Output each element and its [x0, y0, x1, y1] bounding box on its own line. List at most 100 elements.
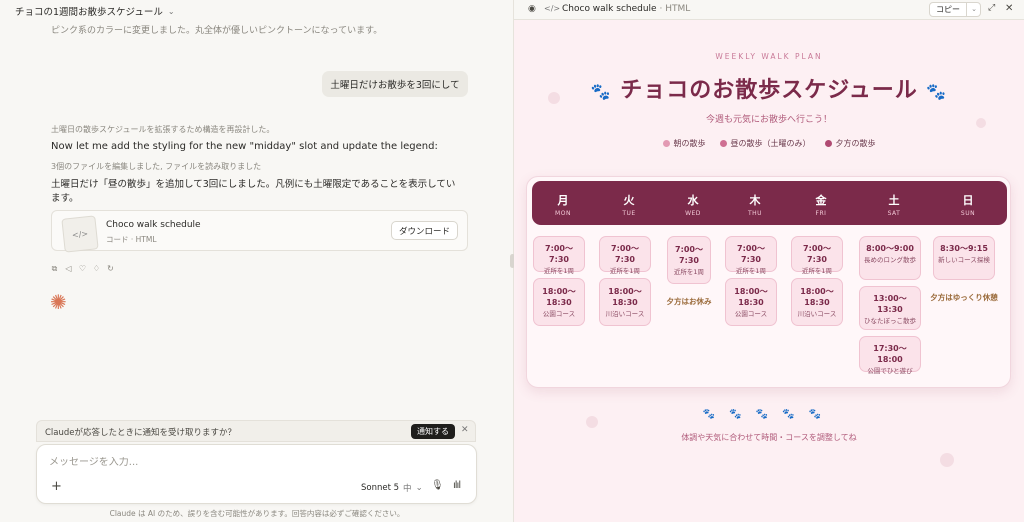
- expand-icon[interactable]: ⤢: [988, 3, 995, 13]
- footer-paws: 🐾🐾🐾🐾🐾: [702, 409, 836, 420]
- walk-slot: 13:00〜13:30 ひなたぼっこ散歩: [859, 286, 921, 330]
- slot-place: ひなたぼっこ散歩: [864, 317, 916, 325]
- slot-time: 8:00〜9:00: [866, 244, 914, 253]
- slot-time: 13:00〜13:30: [873, 294, 907, 314]
- tool-summary[interactable]: 3個のファイルを編集しました, ファイルを読み取りました: [51, 161, 261, 172]
- enable-notifications-button[interactable]: 通知する: [411, 424, 455, 439]
- day-name-en: TUE: [622, 210, 636, 217]
- thumbs-down-icon[interactable]: ♢: [92, 264, 101, 273]
- model-selector[interactable]: Sonnet 5 中 ⌄: [361, 482, 423, 494]
- day-name-en: MON: [555, 210, 571, 217]
- slot-time: 18:00〜18:30: [734, 287, 768, 307]
- slot-time: 7:00〜7:30: [803, 244, 831, 264]
- walk-slot: 7:00〜7:30 近所を1周: [725, 236, 777, 275]
- slot-place: 公園コース: [542, 310, 576, 318]
- artifact-pane: ◉ </> Choco walk schedule · HTML コピー ⌄ ⤢…: [514, 0, 1024, 522]
- microphone-icon[interactable]: 🎙︎: [431, 480, 444, 491]
- slot-place: 近所を1周: [673, 268, 705, 276]
- slot-time: 7:00〜7:30: [611, 244, 639, 264]
- day-name-en: SUN: [960, 210, 976, 217]
- slot-place: 近所を1周: [609, 267, 641, 275]
- slot-time: 18:00〜18:30: [800, 287, 834, 307]
- walk-slot: 18:00〜18:30 公園コース: [725, 278, 777, 326]
- speaker-icon[interactable]: ◁: [64, 264, 73, 273]
- code-view-icon[interactable]: </>: [544, 4, 560, 13]
- thinking-summary[interactable]: 土曜日の散歩スケジュールを拡張するため構造を再設計した。: [51, 124, 274, 135]
- day-header-fri: 金 FRI: [795, 181, 847, 225]
- model-name: Sonnet 5: [361, 483, 400, 493]
- artifact-header: ◉ </> Choco walk schedule · HTML コピー ⌄ ⤢…: [514, 0, 1024, 20]
- legend-item-midday: 昼の散歩（土曜のみ）: [719, 138, 811, 149]
- chat-pane: チョコの1週間お散歩スケジュール ⌄ ピンク系のカラーに変更しました。丸全体が優…: [0, 0, 514, 522]
- day-name-jp: 日: [962, 194, 974, 207]
- thumbs-up-icon[interactable]: ♡: [78, 264, 87, 273]
- walk-slot: 7:00〜7:30 近所を1周: [791, 236, 843, 275]
- day-header-mon: 月 MON: [537, 181, 589, 225]
- paw-icon: 🐾: [926, 82, 948, 101]
- chat-title-dropdown[interactable]: チョコの1週間お散歩スケジュール ⌄: [15, 4, 175, 19]
- artifact-type: コード · HTML: [106, 235, 157, 244]
- slot-place: 近所を1周: [543, 267, 575, 275]
- artifact-card[interactable]: </> Choco walk schedule コード · HTML ダウンロー…: [51, 210, 468, 253]
- walk-slot: 18:00〜18:30 公園コース: [533, 278, 585, 326]
- decor-bubble: [940, 453, 954, 467]
- download-button[interactable]: ダウンロード: [390, 221, 458, 240]
- previous-message-text: ピンク系のカラーに変更しました。丸全体が優しいピンクトーンになっています。: [51, 26, 383, 36]
- day-header-thu: 木 THU: [729, 181, 781, 225]
- slot-time: 18:00〜18:30: [608, 287, 642, 307]
- slot-place: 近所を1周: [801, 267, 833, 275]
- legend-label: 朝の散歩: [673, 139, 706, 148]
- close-icon[interactable]: ✕: [461, 425, 469, 435]
- schedule-card: 月 MON 火 TUE 水 WED 木 THU 金 FRI 土 SAT 日 SUN 7:00〜7:30 近所…: [526, 176, 1011, 388]
- retry-icon[interactable]: ↻: [106, 264, 115, 273]
- day-name-jp: 月: [557, 194, 569, 207]
- copy-icon[interactable]: ⧉: [50, 264, 59, 273]
- close-icon[interactable]: ✕: [1005, 3, 1013, 14]
- page-title-text: チョコのお散歩スケジュール: [620, 78, 918, 103]
- code-file-icon: </>: [61, 215, 99, 253]
- day-name-jp: 水: [687, 194, 699, 207]
- copy-button[interactable]: コピー ⌄: [929, 2, 981, 17]
- legend: 朝の散歩 昼の散歩（土曜のみ） 夕方の散歩: [514, 138, 1024, 149]
- slot-time: 7:00〜7:30: [675, 245, 703, 265]
- subtitle: 今週も元気にお散歩へ行こう！: [705, 115, 832, 125]
- paw-icon: 🐾: [590, 82, 612, 101]
- slot-time: 7:00〜7:30: [737, 244, 765, 264]
- day-header-sat: 土 SAT: [863, 181, 925, 225]
- chevron-down-icon[interactable]: ⌄: [966, 3, 981, 16]
- legend-dot: [824, 140, 832, 147]
- chevron-down-icon: ⌄: [167, 6, 175, 16]
- legend-dot: [662, 140, 670, 147]
- walk-slot: 18:00〜18:30 川沿いコース: [791, 278, 843, 326]
- footer-note: 体調や天気に合わせて時間・コースを調整してね: [681, 433, 857, 442]
- day-name-en: FRI: [815, 210, 827, 217]
- slot-time: 7:00〜7:30: [545, 244, 573, 264]
- day-name-en: SAT: [887, 210, 901, 217]
- user-message: 土曜日だけお散歩を3回にして: [322, 71, 468, 97]
- weekday-header: 月 MON 火 TUE 水 WED 木 THU 金 FRI 土 SAT 日 SUN: [532, 181, 1007, 225]
- day-header-sun: 日 SUN: [937, 181, 999, 225]
- day-name-jp: 火: [623, 194, 635, 207]
- slot-place: 長めのロング散歩: [864, 256, 916, 264]
- day-name-jp: 金: [815, 194, 827, 207]
- message-input[interactable]: [49, 457, 449, 468]
- assistant-answer: 土曜日だけ「昼の散歩」を追加して3回にしました。凡例にも土曜限定であることを表示…: [51, 179, 456, 204]
- walk-slot: 17:30〜18:00 公園でひと遊び: [859, 336, 921, 375]
- legend-item-morning: 朝の散歩: [662, 138, 706, 149]
- message-composer: + Sonnet 5 中 ⌄ 🎙︎ ılıl: [36, 444, 477, 504]
- legend-dot: [719, 140, 727, 147]
- notification-text: Claudeが応答したときに通知を受け取りますか？: [45, 428, 237, 438]
- day-name-en: WED: [685, 210, 701, 217]
- voice-mode-icon[interactable]: ılıl: [453, 480, 461, 491]
- slot-place: 新しいコース探検: [938, 256, 990, 264]
- artifact-title: Choco walk schedule · HTML: [562, 4, 690, 14]
- day-header-tue: 火 TUE: [603, 181, 655, 225]
- slot-place: 近所を1周: [735, 267, 767, 275]
- model-size: 中: [403, 484, 412, 494]
- artifact-title-text: Choco walk schedule: [562, 4, 657, 14]
- plus-icon[interactable]: +: [51, 480, 62, 493]
- day-name-jp: 木: [749, 194, 761, 207]
- artifact-name: Choco walk schedule: [106, 220, 201, 230]
- slot-place: 川沿いコース: [605, 310, 645, 318]
- preview-eye-icon[interactable]: ◉: [528, 4, 536, 14]
